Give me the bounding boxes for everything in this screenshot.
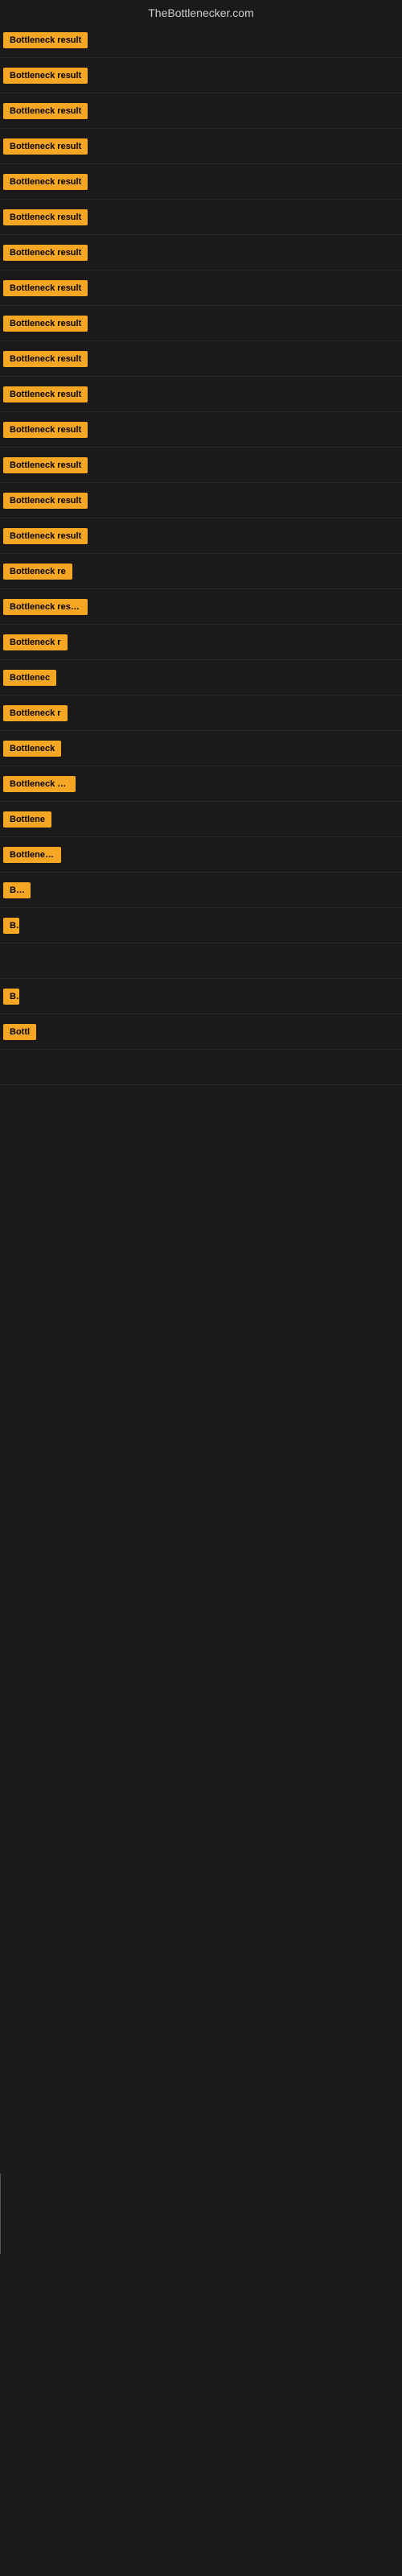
bottleneck-badge[interactable]: Bottleneck result (3, 245, 88, 261)
bottleneck-badge[interactable]: Bot (3, 882, 31, 898)
bottleneck-badge[interactable]: Bottl (3, 1024, 36, 1040)
bottleneck-badge[interactable]: Bottleneck result (3, 422, 88, 438)
list-item: Bottleneck r (0, 625, 402, 660)
bottleneck-badge[interactable]: Bottleneck r (3, 634, 68, 650)
list-item: B (0, 979, 402, 1014)
list-item: B (0, 908, 402, 943)
bottleneck-badge[interactable]: Bottleneck result (3, 138, 88, 155)
site-title: TheBottlenecker.com (148, 6, 254, 19)
bottleneck-badge[interactable]: Bottleneck result (3, 351, 88, 367)
bottleneck-badge[interactable]: Bottleneck re (3, 564, 72, 580)
bottleneck-badge[interactable]: Bottlenec (3, 670, 56, 686)
bottleneck-badge[interactable]: Bottleneck result (3, 599, 88, 615)
list-item: Bottleneck result (0, 412, 402, 448)
list-item: Bottleneck result (0, 93, 402, 129)
bottleneck-badge[interactable]: Bottlene (3, 811, 51, 828)
site-header: TheBottlenecker.com (0, 0, 402, 23)
bottleneck-badge[interactable]: Bottleneck (3, 847, 61, 863)
list-item: Bottleneck (0, 837, 402, 873)
list-item: Bottleneck result (0, 58, 402, 93)
list-item: Bottl (0, 1014, 402, 1050)
bottleneck-badge[interactable]: B (3, 918, 19, 934)
bottleneck-badge[interactable]: B (3, 989, 19, 1005)
bottleneck-badge[interactable]: Bottleneck result (3, 316, 88, 332)
list-item: Bottleneck r (0, 696, 402, 731)
bottleneck-badge[interactable]: Bottleneck r (3, 705, 68, 721)
list-item: Bottleneck result (0, 200, 402, 235)
list-item: Bottleneck result (0, 23, 402, 58)
list-item: Bottleneck result (0, 518, 402, 554)
list-item: Bottleneck result (0, 341, 402, 377)
bottleneck-badge[interactable]: Bottleneck result (3, 280, 88, 296)
bottleneck-badge[interactable]: Bottleneck result (3, 103, 88, 119)
bottleneck-badge[interactable]: Bottleneck result (3, 457, 88, 473)
bottleneck-badge[interactable]: Bottleneck result (3, 32, 88, 48)
list-item (0, 943, 402, 979)
list-item: Bottleneck re (0, 554, 402, 589)
list-item: Bottleneck result (0, 129, 402, 164)
list-item: Bot (0, 873, 402, 908)
bottleneck-badge[interactable]: Bottleneck (3, 741, 61, 757)
bottleneck-badge[interactable]: Bottleneck res (3, 776, 76, 792)
vertical-line-indicator (0, 2174, 1, 2254)
bottleneck-badge[interactable]: Bottleneck result (3, 528, 88, 544)
list-item (0, 1050, 402, 1085)
list-item: Bottlene (0, 802, 402, 837)
list-item: Bottleneck result (0, 270, 402, 306)
bottleneck-badge[interactable]: Bottleneck result (3, 386, 88, 402)
list-item: Bottleneck result (0, 164, 402, 200)
bottleneck-badge[interactable]: Bottleneck result (3, 68, 88, 84)
list-item: Bottleneck (0, 731, 402, 766)
list-item: Bottlenec (0, 660, 402, 696)
list-item: Bottleneck result (0, 235, 402, 270)
list-item: Bottleneck result (0, 448, 402, 483)
list-item: Bottleneck result (0, 377, 402, 412)
items-list: Bottleneck result Bottleneck result Bottle… (0, 23, 402, 1085)
list-item: Bottleneck result (0, 589, 402, 625)
list-item: Bottleneck result (0, 483, 402, 518)
list-item: Bottleneck result (0, 306, 402, 341)
bottleneck-badge[interactable]: Bottleneck result (3, 209, 88, 225)
list-item: Bottleneck res (0, 766, 402, 802)
bottleneck-badge[interactable]: Bottleneck result (3, 174, 88, 190)
bottleneck-badge[interactable]: Bottleneck result (3, 493, 88, 509)
